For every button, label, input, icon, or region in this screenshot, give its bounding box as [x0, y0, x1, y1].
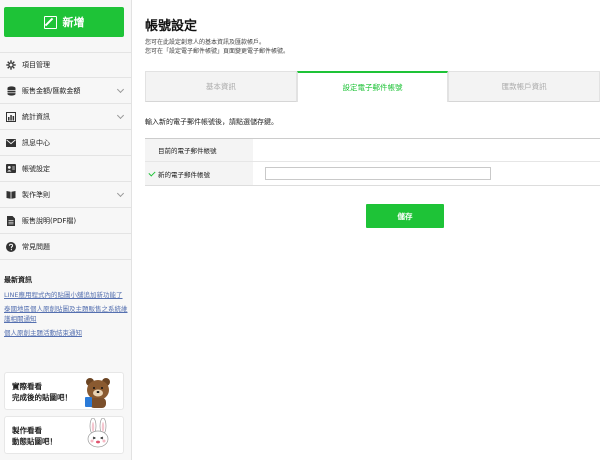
promo-preview-sticker[interactable]: 實際看看 完成後的貼圖吧！ — [4, 372, 124, 410]
new-email-value-cell — [253, 167, 600, 180]
edit-icon — [43, 15, 57, 29]
checkmark-icon — [148, 169, 156, 177]
news-title: 最新資訊 — [4, 276, 32, 284]
new-button-label: 新增 — [62, 16, 85, 29]
main-content: 帳號設定 您可在此設定創意人的基本資訊及匯款帳戶。 您可在「設定電子郵件帳號」頁… — [145, 0, 600, 460]
sidebar-item-label: 項目管理 — [22, 61, 50, 69]
chevron-down-icon — [116, 111, 125, 120]
page-description: 您可在此設定創意人的基本資訊及匯款帳戶。 您可在「設定電子郵件帳號」頁面變更電子… — [145, 38, 289, 56]
description-line: 您可在「設定電子郵件帳號」頁面變更電子郵件帳號。 — [145, 48, 290, 55]
cony-rabbit-character-icon — [87, 418, 109, 448]
tab-email-settings[interactable]: 設定電子郵件帳號 — [296, 71, 449, 102]
promo-line2: 動態貼圖吧！ — [12, 437, 57, 446]
instruction-text: 輸入新的電子郵件帳號後，請點選儲存鍵。 — [145, 118, 278, 126]
promo-text: 製作看看 動態貼圖吧！ — [12, 425, 57, 447]
sidebar-item-account-settings[interactable]: 帳號設定 — [0, 156, 131, 182]
sidebar-menu: 項目管理 販售金額/匯款金額 統計資訊 訊息中心 帳號設定 製作準則 販售說明(… — [0, 52, 131, 260]
user-card-icon — [5, 163, 17, 175]
sidebar: 新增 項目管理 販售金額/匯款金額 統計資訊 訊息中心 帳號設定 製作準則 販售… — [0, 0, 132, 460]
sidebar-item-project-management[interactable]: 項目管理 — [0, 52, 131, 78]
email-form: 目前的電子郵件帳號 新的電子郵件帳號 — [145, 138, 600, 186]
database-icon — [5, 85, 17, 97]
news-link[interactable]: 泰國地區個人原創貼圖及主題販售之系統維護相關通知 — [4, 304, 128, 324]
sidebar-item-label: 製作準則 — [22, 190, 50, 199]
question-icon — [5, 241, 17, 253]
tab-basic-info[interactable]: 基本資訊 — [145, 71, 297, 102]
news-section: 最新資訊 LINE應用程式內的貼圖小舖追加新功能了 泰國地區個人原創貼圖及主題販… — [4, 275, 128, 342]
sidebar-item-label: 統計資訊 — [22, 112, 50, 121]
settings-tabs: 基本資訊 設定電子郵件帳號 匯款帳戶資訊 — [145, 71, 600, 102]
sidebar-item-label: 販售金額/匯款金額 — [22, 86, 81, 95]
book-icon — [5, 189, 17, 201]
page-title: 帳號設定 — [145, 19, 198, 34]
sidebar-item-faq[interactable]: 常見問題 — [0, 234, 131, 260]
promo-text: 實際看看 完成後的貼圖吧！ — [12, 381, 72, 403]
sidebar-item-label: 帳號設定 — [22, 164, 50, 173]
envelope-icon — [5, 137, 17, 149]
sidebar-item-label: 常見問題 — [22, 242, 50, 251]
new-button[interactable]: 新增 — [4, 7, 124, 37]
promo-line2: 完成後的貼圖吧！ — [12, 393, 72, 402]
sidebar-item-guidelines[interactable]: 製作準則 — [0, 182, 131, 208]
form-row-current-email: 目前的電子郵件帳號 — [145, 139, 600, 162]
news-link[interactable]: LINE應用程式內的貼圖小舖追加新功能了 — [4, 290, 128, 300]
sidebar-item-sales-pdf[interactable]: 販售說明(PDF檔) — [0, 208, 131, 234]
tab-bank-account-info[interactable]: 匯款帳戶資訊 — [448, 71, 600, 102]
chevron-down-icon — [116, 85, 125, 94]
new-email-input[interactable] — [265, 167, 491, 180]
new-email-label-cell: 新的電子郵件帳號 — [145, 162, 253, 185]
description-line: 您可在此設定創意人的基本資訊及匯款帳戶。 — [145, 39, 266, 46]
gear-icon — [5, 59, 17, 71]
brown-bear-character-icon — [85, 378, 110, 408]
news-link[interactable]: 個人原創主題活動結束通知 — [4, 328, 128, 338]
promo-animated-sticker[interactable]: 製作看看 動態貼圖吧！ — [4, 416, 124, 454]
chevron-down-icon — [116, 189, 125, 198]
sidebar-item-sales-amount[interactable]: 販售金額/匯款金額 — [0, 78, 131, 104]
new-email-label: 新的電子郵件帳號 — [158, 170, 210, 179]
document-icon — [5, 215, 17, 227]
bar-chart-icon — [5, 111, 17, 123]
sidebar-item-messages[interactable]: 訊息中心 — [0, 130, 131, 156]
save-button[interactable]: 儲存 — [366, 204, 444, 228]
sidebar-item-label: 販售說明(PDF檔) — [22, 216, 77, 225]
sidebar-item-label: 訊息中心 — [22, 138, 50, 147]
sidebar-item-statistics[interactable]: 統計資訊 — [0, 104, 131, 130]
form-row-new-email: 新的電子郵件帳號 — [145, 162, 600, 185]
promo-line1: 實際看看 — [12, 382, 42, 391]
current-email-label: 目前的電子郵件帳號 — [145, 139, 253, 161]
promo-line1: 製作看看 — [12, 426, 42, 435]
